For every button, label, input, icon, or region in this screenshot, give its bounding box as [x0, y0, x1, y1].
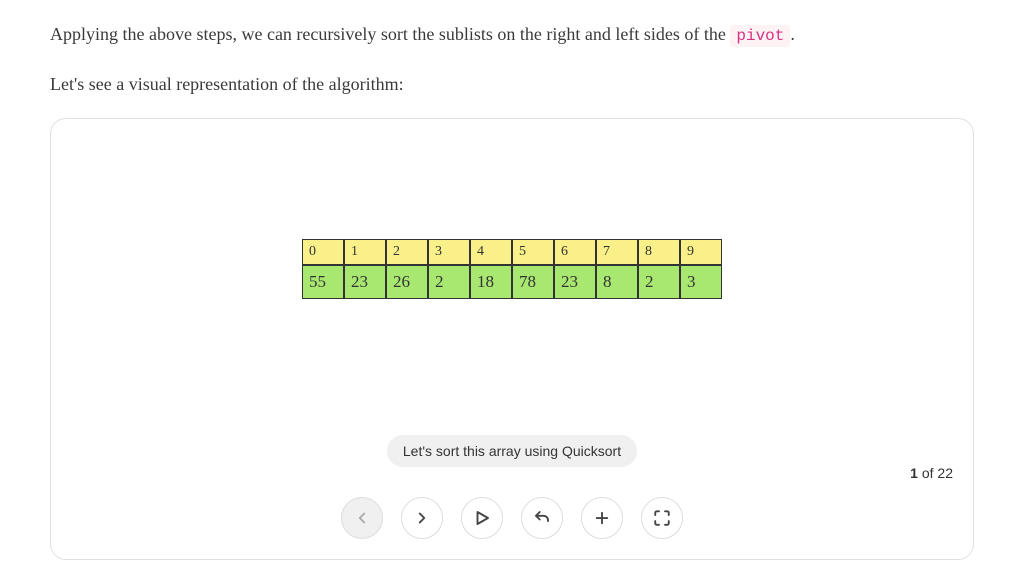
reset-button[interactable] — [521, 497, 563, 539]
chevron-right-icon — [413, 509, 431, 527]
index-cell: 8 — [638, 239, 680, 265]
zoom-in-button[interactable] — [581, 497, 623, 539]
index-row: 0 1 2 3 4 5 6 7 8 9 — [302, 239, 722, 265]
page-of-label: of — [922, 465, 934, 481]
undo-icon — [533, 509, 551, 527]
next-button[interactable] — [401, 497, 443, 539]
value-cell: 2 — [638, 265, 680, 299]
index-cell: 6 — [554, 239, 596, 265]
index-cell: 9 — [680, 239, 722, 265]
value-cell: 55 — [302, 265, 344, 299]
play-icon — [473, 509, 491, 527]
visualization-panel: 0 1 2 3 4 5 6 7 8 9 55 23 26 2 18 78 23 … — [50, 118, 974, 560]
index-cell: 7 — [596, 239, 638, 265]
chevron-left-icon — [353, 509, 371, 527]
array-table: 0 1 2 3 4 5 6 7 8 9 55 23 26 2 18 78 23 … — [302, 239, 722, 299]
page-current: 1 — [910, 465, 918, 481]
value-cell: 18 — [470, 265, 512, 299]
index-cell: 2 — [386, 239, 428, 265]
value-cell: 26 — [386, 265, 428, 299]
index-cell: 4 — [470, 239, 512, 265]
value-cell: 3 — [680, 265, 722, 299]
intro-text-suffix: . — [790, 24, 795, 44]
page-indicator: 1 of 22 — [910, 465, 953, 481]
value-cell: 23 — [554, 265, 596, 299]
intro-paragraph-1: Applying the above steps, we can recursi… — [50, 20, 974, 50]
fullscreen-button[interactable] — [641, 497, 683, 539]
intro-paragraph-2: Let's see a visual representation of the… — [50, 70, 974, 99]
value-cell: 2 — [428, 265, 470, 299]
playback-controls — [341, 497, 683, 539]
index-cell: 5 — [512, 239, 554, 265]
value-cell: 8 — [596, 265, 638, 299]
index-cell: 0 — [302, 239, 344, 265]
value-cell: 23 — [344, 265, 386, 299]
intro-text-prefix: Applying the above steps, we can recursi… — [50, 24, 730, 44]
index-cell: 3 — [428, 239, 470, 265]
code-token-pivot: pivot — [730, 25, 790, 47]
plus-icon — [593, 509, 611, 527]
play-button[interactable] — [461, 497, 503, 539]
value-row: 55 23 26 2 18 78 23 8 2 3 — [302, 265, 722, 299]
previous-button[interactable] — [341, 497, 383, 539]
controls-row: 1 of 22 — [61, 487, 963, 549]
index-cell: 1 — [344, 239, 386, 265]
value-cell: 78 — [512, 265, 554, 299]
visualization-caption: Let's sort this array using Quicksort — [387, 435, 637, 467]
visualization-area: 0 1 2 3 4 5 6 7 8 9 55 23 26 2 18 78 23 … — [61, 129, 963, 469]
fullscreen-icon — [653, 509, 671, 527]
page-total: 22 — [937, 465, 953, 481]
